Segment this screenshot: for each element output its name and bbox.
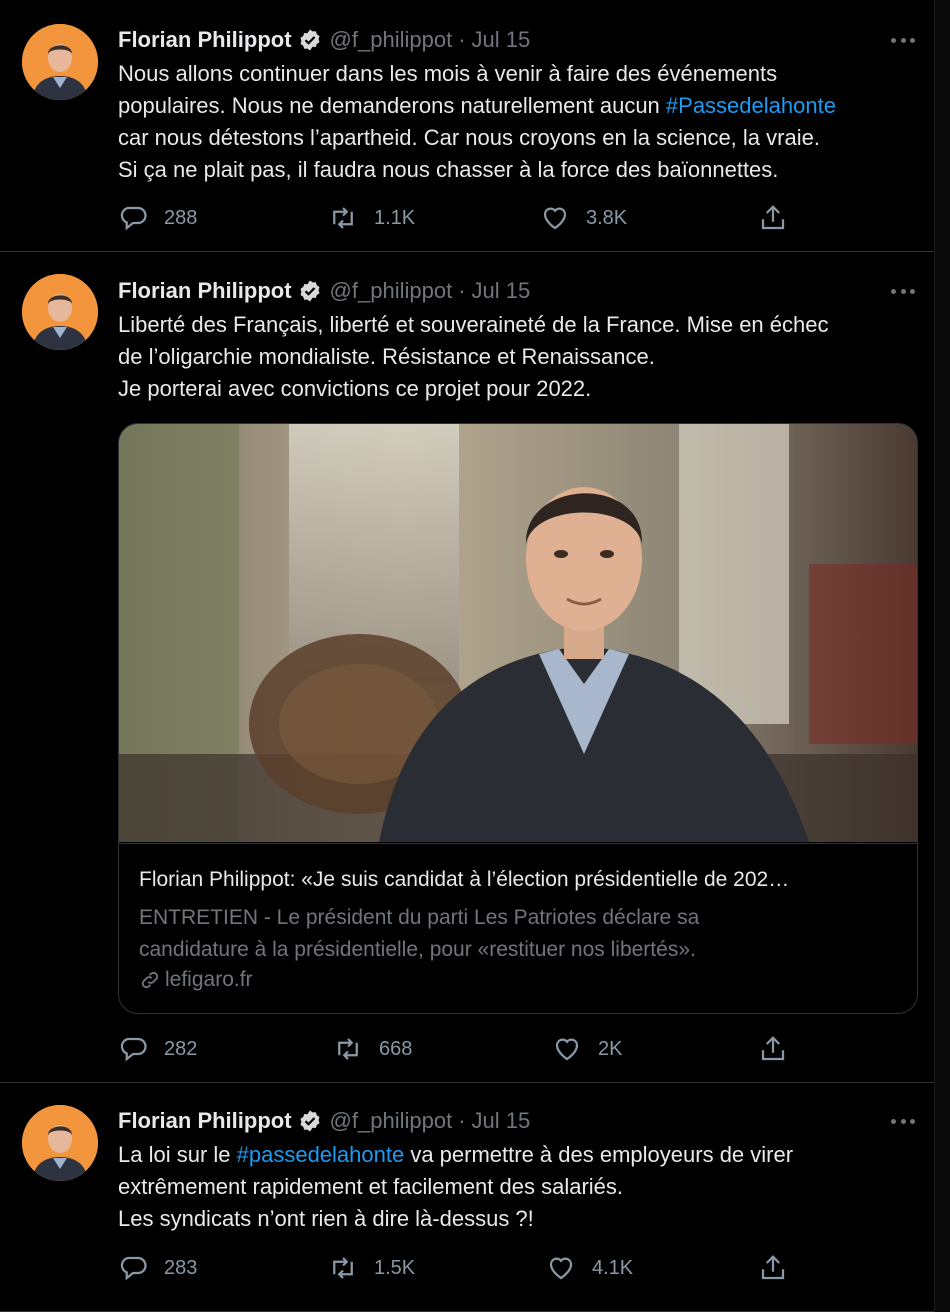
card-title[interactable]: Florian Philippot: «Je suis candidat à l… (139, 868, 899, 892)
tweet-header: Florian Philippot @f_philippot · Jul 15 (118, 1106, 530, 1136)
like-count: 4.1K (592, 1256, 634, 1279)
retweet-icon (338, 1038, 358, 1060)
avatar[interactable] (22, 1105, 98, 1181)
avatar[interactable] (22, 274, 98, 350)
tweet-text-line: de l’oligarchie mondialiste. Résistance … (118, 344, 655, 369)
more-icon[interactable] (888, 1111, 918, 1131)
action-bar: 282 668 2K (118, 1032, 798, 1066)
tweet-text-line: La loi sur le #passedelahonte va permett… (118, 1142, 794, 1167)
share-button[interactable] (758, 1251, 788, 1285)
tweet-text-line: Je porterai avec convictions ce projet p… (118, 376, 592, 401)
share-button[interactable] (758, 1032, 788, 1066)
tweet-date[interactable]: Jul 15 (472, 1108, 531, 1134)
link-icon (141, 971, 159, 989)
tweet-text-line: Les syndicats n’ont rien à dire là-dessu… (118, 1206, 534, 1231)
verified-badge-icon (298, 279, 322, 303)
tweet-text-line: car nous détestons l’apartheid. Car nous… (118, 125, 820, 150)
tweet-date[interactable]: Jul 15 (472, 27, 531, 53)
card-description: ENTRETIEN - Le président du parti Les Pa… (139, 902, 899, 966)
like-button[interactable]: 3.8K (540, 201, 627, 235)
like-count: 3.8K (586, 206, 628, 229)
tweet-header: Florian Philippot @f_philippot · Jul 15 (118, 276, 530, 306)
reply-button[interactable]: 282 (118, 1032, 197, 1066)
card-description-line: ENTRETIEN - Le président du parti Les Pa… (139, 906, 700, 929)
retweet-icon (333, 1257, 353, 1279)
hashtag-link[interactable]: #passedelahonte (237, 1142, 405, 1167)
like-button[interactable]: 4.1K (546, 1251, 633, 1285)
separator: · (458, 278, 466, 303)
tweet-text-line: Nous allons continuer dans les mois à ve… (118, 61, 778, 86)
more-icon[interactable] (888, 281, 918, 301)
tweet-text-line: populaires. Nous ne demanderons naturell… (118, 93, 836, 118)
tweet-date[interactable]: Jul 15 (472, 278, 531, 304)
reply-count: 282 (164, 1037, 198, 1060)
tweet-text: Liberté des Français, liberté et souvera… (118, 309, 918, 405)
card-description-line: candidature à la présidentielle, pour «r… (139, 938, 696, 961)
share-icon (761, 205, 785, 230)
tweet[interactable]: Florian Philippot @f_philippot · Jul 15 … (0, 1083, 934, 1312)
action-bar: 288 1.1K 3.8K (118, 201, 798, 235)
action-bar: 283 1.5K 4.1K (118, 1251, 798, 1285)
author-handle[interactable]: @f_philippot (330, 27, 453, 53)
reply-button[interactable]: 288 (118, 201, 197, 235)
tweet-text-line: extrêmement rapidement et facilement des… (118, 1174, 624, 1199)
tweet-text: La loi sur le #passedelahonte va permett… (118, 1139, 918, 1235)
hashtag-link[interactable]: #Passedelahonte (666, 93, 836, 118)
retweet-count: 1.1K (374, 206, 416, 229)
card-body[interactable]: Florian Philippot: «Je suis candidat à l… (119, 843, 917, 1013)
author-handle[interactable]: @f_philippot (330, 1108, 453, 1134)
scrollbar[interactable] (934, 0, 950, 1312)
share-button[interactable] (758, 201, 788, 235)
share-icon (761, 1036, 785, 1061)
author-handle[interactable]: @f_philippot (330, 278, 453, 304)
card-domain-text: lefigaro.fr (165, 968, 253, 991)
avatar[interactable] (22, 24, 98, 100)
reply-icon (120, 1256, 147, 1281)
retweet-count: 668 (379, 1037, 413, 1060)
author-name[interactable]: Florian Philippot (118, 1108, 292, 1134)
like-button[interactable]: 2K (552, 1032, 622, 1066)
tweet-text: Nous allons continuer dans les mois à ve… (118, 58, 918, 186)
card-image[interactable] (119, 424, 917, 842)
reply-button[interactable]: 283 (118, 1251, 197, 1285)
author-name[interactable]: Florian Philippot (118, 27, 292, 53)
tweet-text-line: Si ça ne plait pas, il faudra nous chass… (118, 157, 779, 182)
like-icon (549, 1257, 573, 1280)
more-icon[interactable] (888, 30, 918, 50)
card-domain[interactable]: lefigaro.fr (139, 968, 253, 992)
retweet-icon (333, 207, 353, 229)
reply-icon (120, 1037, 147, 1062)
tweet-text-line: Liberté des Français, liberté et souvera… (118, 312, 829, 337)
retweet-count: 1.5K (374, 1256, 416, 1279)
reply-icon (120, 206, 147, 231)
separator: · (458, 27, 466, 52)
tweet[interactable]: Florian Philippot @f_philippot · Jul 15 … (0, 252, 934, 1083)
reply-count: 283 (164, 1256, 198, 1279)
reply-count: 288 (164, 206, 198, 229)
verified-badge-icon (298, 28, 322, 52)
share-icon (761, 1255, 785, 1280)
like-icon (543, 207, 567, 230)
link-card[interactable]: Florian Philippot: «Je suis candidat à l… (118, 423, 918, 1014)
like-icon (555, 1038, 579, 1061)
retweet-button[interactable]: 668 (333, 1032, 412, 1066)
like-count: 2K (598, 1037, 623, 1060)
retweet-button[interactable]: 1.1K (328, 201, 415, 235)
retweet-button[interactable]: 1.5K (328, 1251, 415, 1285)
tweet[interactable]: Florian Philippot @f_philippot · Jul 15 … (0, 0, 934, 252)
tweet-header: Florian Philippot @f_philippot · Jul 15 (118, 25, 530, 55)
author-name[interactable]: Florian Philippot (118, 278, 292, 304)
verified-badge-icon (298, 1109, 322, 1133)
separator: · (458, 1108, 466, 1133)
